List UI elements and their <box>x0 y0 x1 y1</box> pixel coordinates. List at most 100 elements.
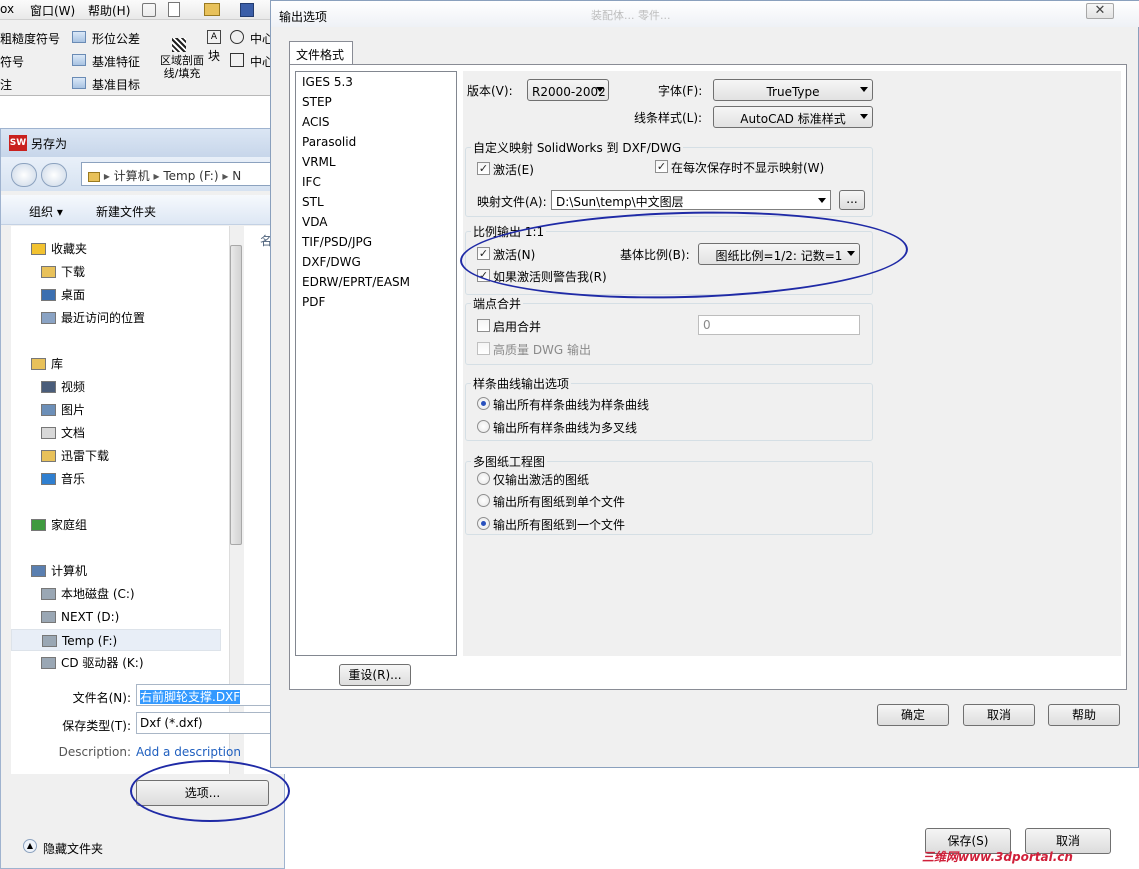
nav-item[interactable]: Temp (F:) <box>11 629 221 651</box>
nav-item[interactable]: 文档 <box>11 422 221 444</box>
version-select[interactable]: R2000-2002 <box>527 79 609 101</box>
datum-target-button[interactable]: 基准目标 <box>92 76 140 93</box>
hq-dwg-checkbox[interactable] <box>477 342 490 355</box>
nav-item-label: 计算机 <box>51 564 88 578</box>
nav-item[interactable]: NEXT (D:) <box>11 606 221 628</box>
geometric-tolerance-button[interactable]: 形位公差 <box>92 30 140 47</box>
format-list-item[interactable]: VRML <box>302 155 336 169</box>
back-button[interactable] <box>11 163 37 187</box>
organize-button[interactable]: 组织 ▾ <box>29 203 63 220</box>
breadcrumb-computer[interactable]: 计算机 <box>114 169 150 183</box>
pin-icon[interactable] <box>142 3 156 17</box>
close-button[interactable]: ✕ <box>1086 3 1114 19</box>
nav-item-label: 下载 <box>61 265 86 279</box>
tab-file-format[interactable]: 文件格式 <box>289 41 353 65</box>
linestyle-select[interactable]: AutoCAD 标准样式 <box>713 106 873 128</box>
hide-folders-toggle[interactable]: 隐藏文件夹 <box>43 840 103 857</box>
save-as-dialog: SW 另存为 ▸ 计算机 ▸ Temp (F:) ▸ N 组织 ▾ 新建文件夹 … <box>0 128 286 869</box>
format-list-item[interactable]: TIF/PSD/JPG <box>302 235 372 249</box>
hatch-fill-button[interactable]: 区域剖面线/填充 <box>160 54 204 80</box>
new-folder-button[interactable]: 新建文件夹 <box>96 203 156 220</box>
font-label: 字体(F): <box>658 84 703 98</box>
mapping-file-value: D:\Sun\temp\中文图层 <box>556 195 684 209</box>
format-list-item[interactable]: STL <box>302 195 324 209</box>
address-bar[interactable]: ▸ 计算机 ▸ Temp (F:) ▸ N <box>81 162 281 186</box>
reset-button[interactable]: 重设(R)... <box>339 664 411 686</box>
nav-item[interactable]: 图片 <box>11 399 221 421</box>
spline-opt1-radio[interactable] <box>477 397 490 410</box>
nav-item[interactable]: 本地磁盘 (C:) <box>11 583 221 605</box>
mapping-file-select[interactable]: D:\Sun\temp\中文图层 <box>551 190 831 210</box>
help-button[interactable]: 帮助 <box>1048 704 1120 726</box>
sheet-opt2-radio[interactable] <box>477 494 490 507</box>
browse-button[interactable]: ... <box>839 190 865 210</box>
forward-button[interactable] <box>41 163 67 187</box>
format-list-item[interactable]: IFC <box>302 175 321 189</box>
mapping-noshow-checkbox[interactable]: ✓ <box>655 160 668 173</box>
folder-icon <box>88 171 100 182</box>
spline-opt1-label: 输出所有样条曲线为样条曲线 <box>493 398 650 412</box>
filename-input[interactable]: 右前脚轮支撑.DXF <box>136 684 286 706</box>
ok-button[interactable]: 确定 <box>877 704 949 726</box>
symbol-button[interactable]: 符号 <box>0 53 24 70</box>
spline-opt2-radio[interactable] <box>477 420 490 433</box>
format-list-item[interactable]: ACIS <box>302 115 330 129</box>
datum-feature-button[interactable]: 基准特征 <box>92 53 140 70</box>
format-list-item[interactable]: EDRW/EPRT/EASM <box>302 275 410 289</box>
menu-window[interactable]: 窗口(W) <box>30 2 75 19</box>
mapping-activate-label: 激活(E) <box>493 163 534 177</box>
cancel-button[interactable]: 取消 <box>963 704 1035 726</box>
merge-enable-checkbox[interactable] <box>477 319 490 332</box>
merge-group-title: 端点合并 <box>471 295 524 312</box>
format-list-item[interactable]: PDF <box>302 295 325 309</box>
nav-item-label: 图片 <box>61 403 86 417</box>
sheet-opt1-radio[interactable] <box>477 472 490 485</box>
mapping-activate-checkbox[interactable]: ✓ <box>477 162 490 175</box>
menu-toolbox[interactable]: ox <box>0 2 14 16</box>
filetype-select[interactable]: Dxf (*.dxf) <box>136 712 286 734</box>
scrollbar-thumb[interactable] <box>230 245 242 545</box>
recent-places-icon <box>41 312 56 324</box>
menu-help[interactable]: 帮助(H) <box>88 2 130 19</box>
collapse-icon[interactable]: ▲ <box>23 839 37 853</box>
output-options-dialog: 输出选项 装配体... 零件... ✕ 文件格式 IGES 5.3 STEP ACI… <box>270 0 1139 768</box>
format-list-item[interactable]: VDA <box>302 215 327 229</box>
nav-item[interactable]: 计算机 <box>11 560 221 582</box>
font-select[interactable]: TrueType <box>713 79 873 101</box>
chevron-down-icon <box>818 198 826 203</box>
save-as-title: 另存为 <box>31 137 68 151</box>
format-list-item[interactable]: STEP <box>302 95 332 109</box>
sheet-opt2-label: 输出所有图纸到单个文件 <box>493 495 626 509</box>
nav-item[interactable]: CD 驱动器 (K:) <box>11 652 221 674</box>
format-list-item[interactable]: Parasolid <box>302 135 356 149</box>
format-list-item[interactable]: IGES 5.3 <box>302 75 353 89</box>
hatch-icon <box>172 38 186 52</box>
new-document-icon[interactable] <box>168 2 180 17</box>
nav-item[interactable]: 音乐 <box>11 468 221 490</box>
open-folder-icon[interactable] <box>204 3 220 16</box>
output-options-title: 输出选项 <box>279 10 328 24</box>
nav-item[interactable]: 库 <box>11 353 221 375</box>
filename-value: 右前脚轮支撑.DXF <box>140 690 241 704</box>
breadcrumb-next[interactable]: N <box>232 169 241 183</box>
sheet-opt3-radio[interactable] <box>477 517 490 530</box>
block-button[interactable]: 块 <box>208 47 220 64</box>
format-list[interactable]: IGES 5.3 STEP ACIS Parasolid VRML IFC STL VDA TI… <box>295 71 457 656</box>
nav-item[interactable]: 迅雷下载 <box>11 445 221 467</box>
nav-item[interactable]: 视频 <box>11 376 221 398</box>
format-list-item[interactable]: DXF/DWG <box>302 255 361 269</box>
note-button[interactable]: 注 <box>0 76 12 93</box>
chevron-down-icon <box>860 114 868 119</box>
nav-item[interactable]: 收藏夹 <box>11 238 221 260</box>
multisheet-group-title: 多图纸工程图 <box>471 453 548 470</box>
nav-item[interactable]: 最近访问的位置 <box>11 307 221 329</box>
add-description-link[interactable]: Add a description <box>136 745 241 759</box>
nav-item[interactable]: 下载 <box>11 261 221 283</box>
save-icon[interactable] <box>240 3 254 17</box>
merge-distance-input[interactable]: 0 <box>698 315 860 335</box>
nav-item-label: CD 驱动器 (K:) <box>61 656 144 670</box>
breadcrumb-temp[interactable]: Temp (F:) <box>163 169 218 183</box>
nav-item[interactable]: 家庭组 <box>11 514 221 536</box>
nav-item[interactable]: 桌面 <box>11 284 221 306</box>
roughness-symbol-button[interactable]: 粗糙度符号 <box>0 30 60 47</box>
